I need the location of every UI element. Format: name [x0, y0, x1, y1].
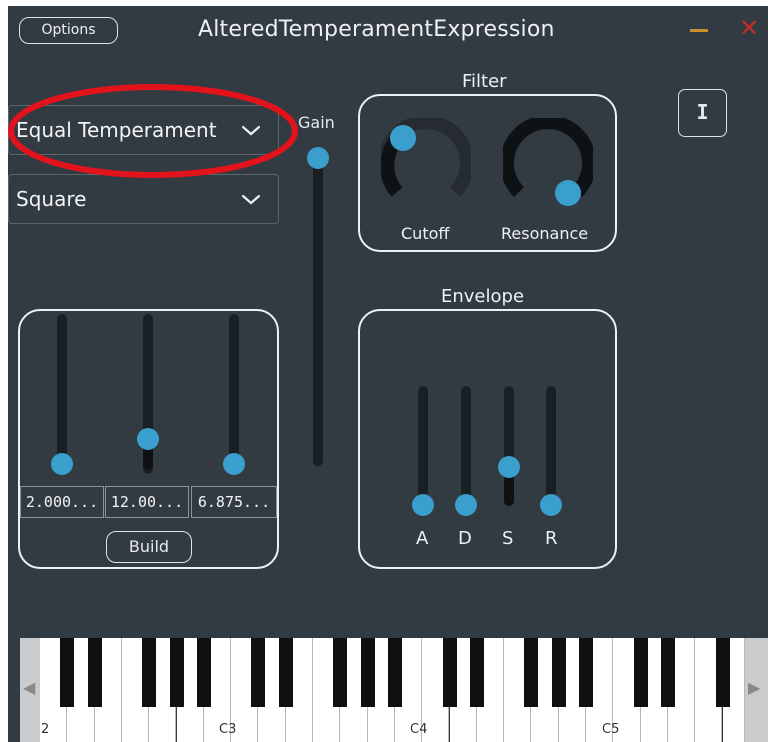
black-key[interactable] — [333, 638, 348, 707]
temperament-value-3[interactable]: 6.875... — [191, 486, 277, 518]
black-key[interactable] — [360, 638, 375, 707]
temperament-slider-3-track[interactable] — [229, 314, 239, 474]
arrow-left-icon: ◀ — [23, 678, 36, 697]
piano-keyboard[interactable]: ◀ ▶ 2 C3 C4 C5 — [20, 638, 768, 742]
black-key[interactable] — [524, 638, 539, 707]
octave-label-c4: C4 — [410, 722, 428, 737]
gain-slider-track[interactable] — [313, 151, 323, 466]
black-key[interactable] — [278, 638, 293, 707]
decay-slider-thumb[interactable] — [455, 494, 477, 516]
temperament-slider-1-track[interactable] — [57, 314, 67, 474]
black-key[interactable] — [251, 638, 266, 707]
resonance-label: Resonance — [501, 224, 589, 243]
cutoff-label: Cutoff — [401, 224, 450, 243]
build-button[interactable]: Build — [106, 531, 192, 563]
black-key[interactable] — [60, 638, 75, 707]
black-key[interactable] — [633, 638, 648, 707]
options-button[interactable]: Options — [19, 17, 118, 44]
sustain-slider-thumb[interactable] — [498, 456, 520, 478]
release-label: R — [545, 528, 558, 549]
black-key[interactable] — [469, 638, 484, 707]
highlight-ellipse — [8, 84, 298, 178]
release-slider-thumb[interactable] — [540, 494, 562, 516]
cutoff-knob[interactable] — [381, 118, 471, 208]
temperament-slider-2-thumb[interactable] — [137, 428, 159, 450]
envelope-title: Envelope — [441, 286, 525, 307]
octave-label-c5: C5 — [602, 722, 620, 737]
filter-title: Filter — [462, 71, 507, 92]
black-key[interactable] — [579, 638, 593, 707]
black-key[interactable] — [87, 638, 102, 707]
chevron-down-icon — [242, 195, 260, 205]
temperament-slider-3-thumb[interactable] — [223, 453, 245, 475]
temperament-value-2[interactable]: 12.00... — [105, 486, 189, 518]
envelope-panel — [358, 309, 617, 569]
scroll-left-button[interactable]: ◀ — [20, 638, 40, 742]
window-title: AlteredTemperamentExpression — [198, 17, 555, 42]
close-icon[interactable]: ✕ — [739, 16, 759, 40]
black-key[interactable] — [442, 638, 457, 707]
black-key[interactable] — [196, 638, 211, 707]
octave-label-c2: 2 — [41, 722, 50, 737]
info-button[interactable]: I — [678, 89, 727, 137]
black-key[interactable] — [387, 638, 402, 707]
black-key[interactable] — [551, 638, 566, 707]
black-key[interactable] — [169, 638, 184, 707]
attack-slider-thumb[interactable] — [412, 494, 434, 516]
attack-label: A — [416, 528, 429, 549]
black-key[interactable] — [142, 638, 157, 707]
scroll-right-button[interactable]: ▶ — [745, 638, 768, 742]
gain-slider-thumb[interactable] — [307, 147, 329, 169]
minimize-icon[interactable] — [690, 29, 708, 32]
resonance-knob[interactable] — [503, 118, 593, 208]
attack-slider-track[interactable] — [418, 386, 428, 506]
decay-label: D — [458, 528, 472, 549]
release-slider-track[interactable] — [546, 386, 556, 506]
temperament-value-1[interactable]: 2.000... — [20, 486, 104, 518]
synth-window: Options AlteredTemperamentExpression ✕ I… — [8, 6, 768, 742]
temperament-slider-1-thumb[interactable] — [51, 453, 73, 475]
arrow-right-icon: ▶ — [748, 678, 761, 697]
sustain-label: S — [502, 528, 514, 549]
octave-label-c3: C3 — [219, 722, 237, 737]
waveform-dropdown-value: Square — [16, 187, 87, 211]
black-key[interactable] — [660, 638, 675, 707]
black-key[interactable] — [715, 638, 730, 707]
decay-slider-track[interactable] — [461, 386, 471, 506]
gain-label: Gain — [298, 113, 335, 132]
